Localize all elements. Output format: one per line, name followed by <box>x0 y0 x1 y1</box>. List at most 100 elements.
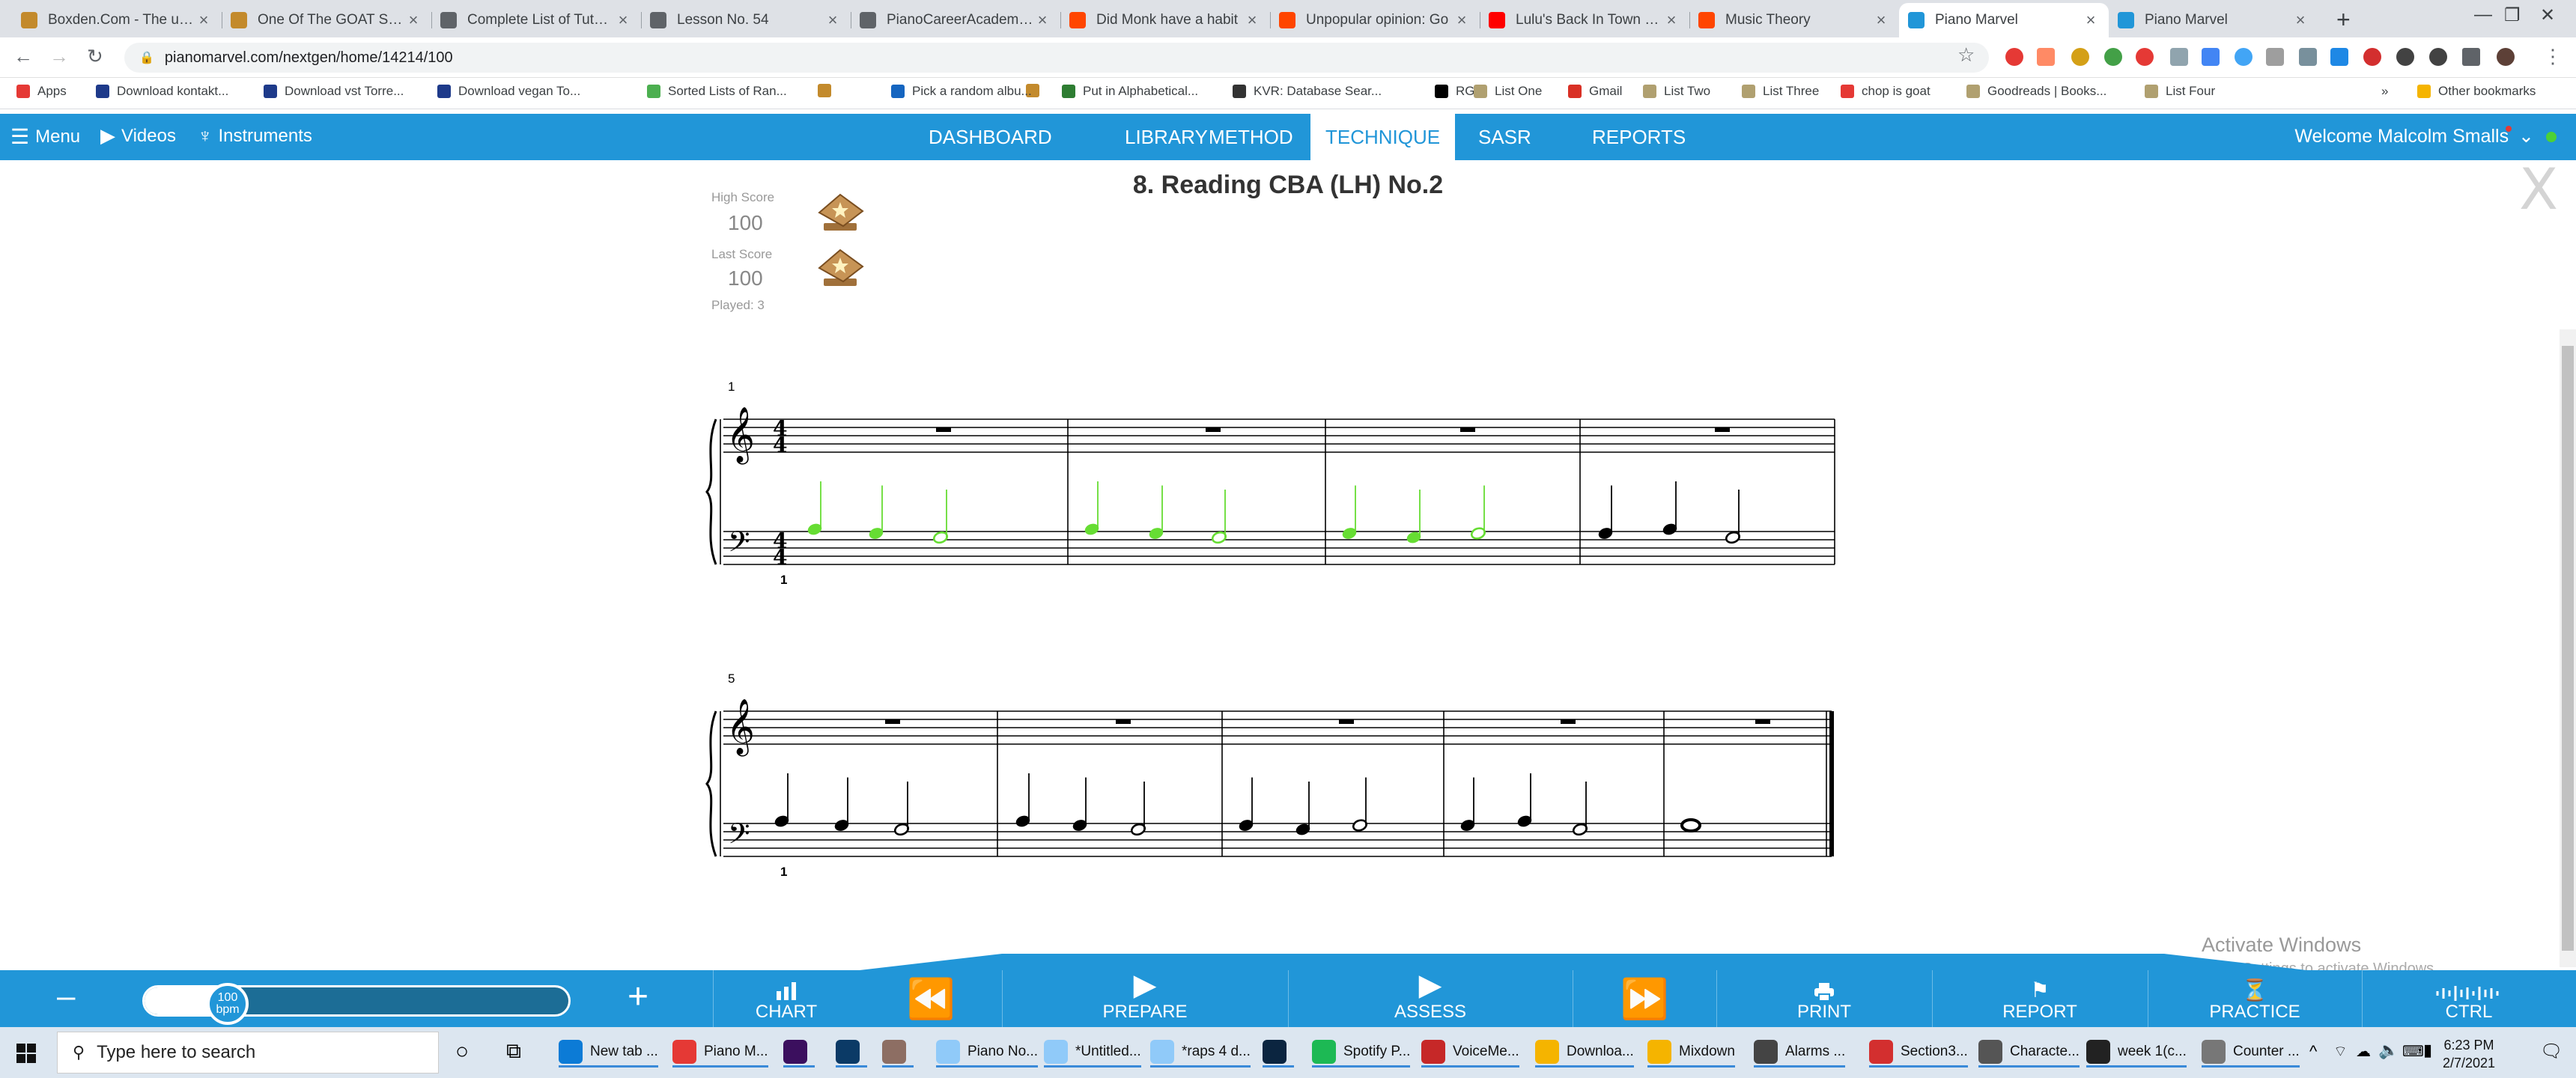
back-icon[interactable]: ← <box>13 45 33 68</box>
reload-icon[interactable]: ↻ <box>87 45 103 68</box>
bookmark-item[interactable]: Download kontakt... <box>96 84 228 99</box>
bookmark-item[interactable]: List Three <box>1742 84 1819 99</box>
browser-tab[interactable]: PianoCareerAcademy.com× <box>851 3 1060 37</box>
close-window-icon[interactable]: ✕ <box>2540 4 2555 26</box>
bookmark-item[interactable]: chop is goat <box>1841 84 1931 99</box>
tab-close-icon[interactable]: × <box>1872 10 1890 30</box>
nav-tab-sasr[interactable]: SASR <box>1463 114 1546 160</box>
taskbar-app[interactable]: Section3... <box>1869 1038 1968 1068</box>
tempo-plus-button[interactable]: + <box>628 976 648 1017</box>
iq-extension-icon[interactable] <box>2330 48 2348 66</box>
browser-tab[interactable]: Lulu's Back In Town - Th × <box>1480 3 1689 37</box>
reader-extension-icon[interactable] <box>2266 48 2284 66</box>
report-button[interactable]: ⚑ REPORT <box>1932 970 2148 1027</box>
taskbar-app[interactable] <box>836 1038 867 1068</box>
bookmark-item[interactable]: List Two <box>1643 84 1710 99</box>
record-extension-icon[interactable] <box>2363 48 2381 66</box>
taskbar-app[interactable]: Spotify P... <box>1312 1038 1411 1068</box>
browser-tab[interactable]: Lesson No. 54 × <box>641 3 851 37</box>
tab-close-icon[interactable]: × <box>2291 10 2309 30</box>
welcome-menu[interactable]: Welcome Malcolm Smalls ⌄ <box>2294 125 2534 147</box>
taskbar-app[interactable]: Counter ... <box>2202 1038 2300 1068</box>
chrome-menu-icon[interactable]: ⋮ <box>2543 45 2563 68</box>
bookmark-item[interactable] <box>818 84 839 97</box>
taskbar-app[interactable]: New tab ... <box>559 1038 658 1068</box>
tray-chevron-icon[interactable]: ^ <box>2309 1042 2317 1062</box>
tab-close-icon[interactable]: × <box>1662 10 1680 30</box>
browser-tab[interactable]: Boxden.Com - The urban × <box>12 3 222 37</box>
tempo-slider-knob[interactable]: 100 bpm <box>207 983 249 1025</box>
plus-extension-icon[interactable] <box>2104 48 2122 66</box>
tempo-minus-button[interactable]: – <box>57 978 75 1015</box>
bookmark-item[interactable]: Goodreads | Books... <box>1966 84 2106 99</box>
ctrl-button[interactable]: CTRL <box>2362 970 2576 1027</box>
nav-tab-technique[interactable]: TECHNIQUE <box>1310 114 1456 160</box>
bookmark-item[interactable]: Sorted Lists of Ran... <box>647 84 787 99</box>
profile-avatar[interactable] <box>2497 48 2515 66</box>
bookmark-item[interactable]: Pick a random albu... <box>891 84 1032 99</box>
network-icon[interactable]: ⌔ <box>2333 1042 2348 1061</box>
tab-close-icon[interactable]: × <box>1453 10 1471 30</box>
bookmark-item[interactable]: KVR: Database Sear... <box>1233 84 1382 99</box>
practice-button[interactable]: ⏳ PRACTICE <box>2148 970 2362 1027</box>
taskbar-app[interactable]: week 1(c... <box>2086 1038 2187 1068</box>
tab-close-icon[interactable]: × <box>1033 10 1051 30</box>
browser-tab[interactable]: Unpopular opinion: Go × <box>1270 3 1480 37</box>
bookmark-item[interactable]: Apps <box>16 84 67 99</box>
battery-icon[interactable]: ▮ <box>2423 1041 2432 1060</box>
copy-extension-icon[interactable] <box>2202 48 2220 66</box>
taskbar-app[interactable]: *raps 4 d... <box>1150 1038 1251 1068</box>
browser-tab[interactable]: Complete List of Tutorials × <box>431 3 641 37</box>
sidebar-extension-icon[interactable] <box>2299 48 2317 66</box>
new-tab-button[interactable]: + <box>2336 6 2351 34</box>
other-bookmarks[interactable]: Other bookmarks <box>2417 84 2536 99</box>
browser-tab[interactable]: One Of The GOAT Songs × <box>222 3 431 37</box>
taskbar-app[interactable]: Piano M... <box>672 1038 768 1068</box>
gear-extension-icon[interactable] <box>2396 48 2414 66</box>
windows-start-icon[interactable] <box>16 1044 36 1063</box>
cortana-icon[interactable]: ○ <box>455 1039 469 1065</box>
tag-extension-icon[interactable] <box>2037 48 2055 66</box>
taskbar-app[interactable]: Downloa... <box>1535 1038 1634 1068</box>
calendar-extension-icon[interactable] <box>2170 48 2188 66</box>
tab-close-icon[interactable]: × <box>824 10 842 30</box>
bookmark-item[interactable]: RG <box>1435 84 1475 99</box>
bookmark-item[interactable]: Download vst Torre... <box>264 84 404 99</box>
notifications-icon[interactable]: 🗨 <box>2540 1041 2563 1062</box>
link-extension-icon[interactable] <box>2429 48 2447 66</box>
tab-close-icon[interactable]: × <box>614 10 632 30</box>
taskbar-app[interactable] <box>783 1038 815 1068</box>
shield-extension-icon[interactable] <box>2136 48 2154 66</box>
taskbar-app[interactable]: Characte... <box>1978 1038 2080 1068</box>
close-lesson-button[interactable]: X <box>2519 156 2558 222</box>
bookmark-item[interactable]: Put in Alphabetical... <box>1062 84 1198 99</box>
bookmark-item[interactable]: List Four <box>2145 84 2215 99</box>
browser-tab[interactable]: Did Monk have a habit × <box>1060 3 1270 37</box>
taskbar-app[interactable]: Piano No... <box>936 1038 1038 1068</box>
taskbar-app[interactable] <box>1263 1038 1294 1068</box>
instruments-button[interactable]: ♆ Instruments <box>198 124 312 147</box>
music-extension-icon[interactable] <box>2071 48 2089 66</box>
taskbar-app[interactable]: *Untitled... <box>1044 1038 1141 1068</box>
tab-close-icon[interactable]: × <box>404 10 422 30</box>
tempo-slider[interactable]: 100 bpm <box>142 983 571 1025</box>
opera-extension-icon[interactable] <box>2005 48 2023 66</box>
url-field[interactable]: 🔒 pianomarvel.com/nextgen/home/14214/100 <box>124 43 1989 73</box>
taskbar-app[interactable]: VoiceMe... <box>1421 1038 1519 1068</box>
browser-tab[interactable]: Piano Marvel × <box>2109 3 2318 37</box>
keyboard-icon[interactable]: ⌨ <box>2402 1042 2424 1061</box>
tab-close-icon[interactable]: × <box>2082 10 2100 30</box>
nav-tab-reports[interactable]: REPORTS <box>1577 114 1701 160</box>
forward-icon[interactable]: → <box>49 45 69 68</box>
heart-extension-icon[interactable] <box>2235 48 2253 66</box>
minimize-icon[interactable]: — <box>2474 4 2492 25</box>
bookmark-item[interactable]: Gmail <box>1568 84 1622 99</box>
taskbar-app[interactable] <box>882 1038 914 1068</box>
print-button[interactable]: PRINT <box>1716 970 1932 1027</box>
menu-button[interactable]: ☰ Menu <box>10 124 80 149</box>
tab-close-icon[interactable]: × <box>195 10 213 30</box>
assess-button[interactable]: ▶ ASSESS <box>1288 969 1573 1027</box>
restore-icon[interactable]: ❐ <box>2504 4 2521 26</box>
prepare-button[interactable]: ▶ PREPARE <box>1002 969 1288 1027</box>
bookmark-star-icon[interactable]: ☆ <box>1957 43 1975 67</box>
